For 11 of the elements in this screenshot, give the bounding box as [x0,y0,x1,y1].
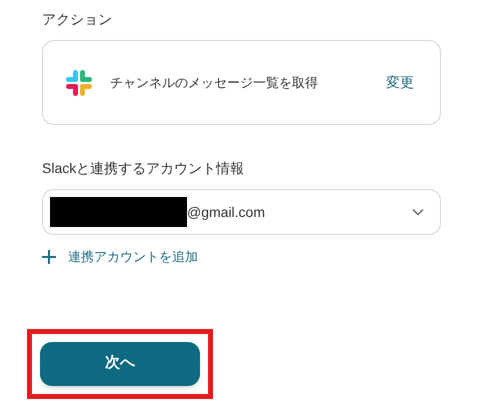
section-label: アクション [42,10,112,29]
next-button[interactable]: 次へ [40,342,200,386]
chevron-down-icon [412,208,424,216]
change-link[interactable]: 変更 [386,72,414,93]
action-name: チャンネルのメッセージ一覧を取得 [110,74,319,92]
section-label: Slackと連携するアカウント情報 [42,159,244,178]
account-value: @gmail.com [187,202,266,222]
plus-icon[interactable] [42,250,56,264]
hash-logo-icon [65,68,93,96]
account-select[interactable]: @gmail.com [42,189,441,235]
add-account-link[interactable]: 連携アカウントを追加 [68,247,198,266]
